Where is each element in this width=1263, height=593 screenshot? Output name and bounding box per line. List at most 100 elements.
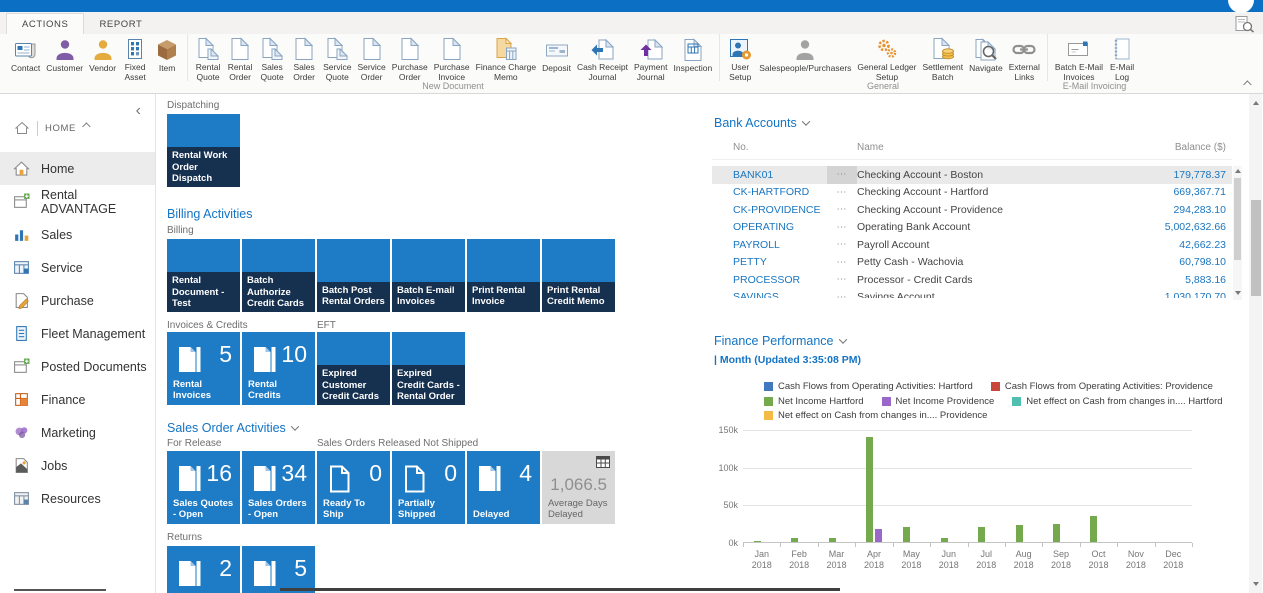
tile-expired-customer-credit-cards[interactable]: Expired Customer Credit Cards	[317, 332, 390, 405]
payment-journal-button[interactable]: Payment Journal	[631, 34, 671, 81]
tile-expired-credit-cards-rental-order[interactable]: Expired Credit Cards - Rental Order	[392, 332, 465, 405]
tile-count[interactable]: 2	[167, 546, 240, 593]
column-no[interactable]: No.	[712, 142, 857, 153]
scroll-down-icon[interactable]	[1253, 582, 1259, 586]
e-mail-log-button[interactable]: E-Mail Log	[1106, 34, 1138, 81]
tile-batch-authorize-credit-cards[interactable]: Batch Authorize Credit Cards	[242, 239, 315, 312]
settlement-batch-button[interactable]: Settlement Batch	[919, 34, 966, 81]
table-row-ck-providence[interactable]: CK-PROVIDENCE⋯Checking Account - Provide…	[712, 201, 1232, 219]
sidebar-item-finance[interactable]: Finance	[0, 383, 155, 416]
scroll-up-icon[interactable]	[1235, 169, 1241, 173]
bank-no-link[interactable]: PROCESSOR	[712, 274, 827, 286]
bank-no-link[interactable]: CK-PROVIDENCE	[712, 204, 827, 216]
salespeople-purchasers-button[interactable]: Salespeople/Purchasers	[756, 34, 854, 81]
item-button[interactable]: Item	[151, 34, 183, 81]
deposit-button[interactable]: Deposit	[539, 34, 574, 81]
chevron-down-icon[interactable]	[291, 422, 299, 430]
bank-balance-link[interactable]: 1,030,170.70	[1122, 291, 1232, 298]
sidebar-item-sales[interactable]: Sales	[0, 218, 155, 251]
rental-quote-button[interactable]: Rental Quote	[192, 34, 224, 81]
row-ellipsis-button[interactable]: ⋯	[827, 292, 857, 298]
bank-no-link[interactable]: PAYROLL	[712, 239, 827, 251]
inspection-button[interactable]: Inspection	[671, 34, 716, 81]
table-row-ck-hartford[interactable]: CK-HARTFORD⋯Checking Account - Hartford6…	[712, 184, 1232, 202]
purchase-invoice-button[interactable]: Purchase Invoice	[431, 34, 473, 81]
row-ellipsis-button[interactable]: ⋯	[827, 239, 857, 250]
find-page-icon[interactable]	[1235, 16, 1255, 33]
tile-average-days-delayed[interactable]: 1,066.5Average Days Delayed	[542, 451, 615, 524]
tile-batch-post-rental-orders[interactable]: Batch Post Rental Orders	[317, 239, 390, 312]
tile-sales-orders-open[interactable]: 34Sales Orders - Open	[242, 451, 315, 524]
sidebar-item-fleet-management[interactable]: Fleet Management	[0, 317, 155, 350]
column-name[interactable]: Name	[857, 142, 1122, 153]
table-scrollbar-thumb[interactable]	[1234, 178, 1241, 260]
tile-print-rental-credit-memo[interactable]: Print Rental Credit Memo	[542, 239, 615, 312]
sidebar-item-rental-advantage[interactable]: Rental ADVANTAGE	[0, 185, 155, 218]
column-balance[interactable]: Balance ($)	[1122, 142, 1232, 153]
row-ellipsis-button[interactable]: ⋯	[827, 222, 857, 233]
table-row-bank01[interactable]: BANK01⋯Checking Account - Boston179,778.…	[712, 166, 1232, 184]
page-scrollbar-thumb[interactable]	[1251, 200, 1261, 296]
sidebar-item-posted-documents[interactable]: Posted Documents	[0, 350, 155, 383]
row-ellipsis-button[interactable]: ⋯	[827, 187, 857, 198]
contact-button[interactable]: Contact	[8, 34, 43, 81]
purchase-order-button[interactable]: Purchase Order	[389, 34, 431, 81]
bank-balance-link[interactable]: 5,883.16	[1122, 274, 1232, 286]
tile-partially-shipped[interactable]: 0Partially Shipped	[392, 451, 465, 524]
sidebar-item-resources[interactable]: Resources	[0, 482, 155, 515]
sidebar-item-home[interactable]: Home	[0, 152, 155, 185]
fixed-asset-button[interactable]: Fixed Asset	[119, 34, 151, 81]
general-ledger-setup-button[interactable]: General Ledger Setup	[854, 34, 919, 81]
sidebar-horizontal-scrollbar-thumb[interactable]	[14, 589, 106, 591]
tile-rental-invoices[interactable]: 5Rental Invoices	[167, 332, 240, 405]
user-setup-button[interactable]: User Setup	[724, 34, 756, 81]
sidebar-item-marketing[interactable]: Marketing	[0, 416, 155, 449]
horizontal-scrollbar-thumb[interactable]	[280, 588, 840, 591]
bank-balance-link[interactable]: 179,778.37	[1122, 169, 1232, 181]
sales-order-button[interactable]: Sales Order	[288, 34, 320, 81]
sidebar-item-purchase[interactable]: Purchase	[0, 284, 155, 317]
bank-balance-link[interactable]: 5,002,632.66	[1122, 221, 1232, 233]
user-avatar[interactable]	[1228, 0, 1254, 13]
bank-no-link[interactable]: SAVINGS	[712, 291, 827, 298]
row-ellipsis-button[interactable]: ⋯	[827, 274, 857, 285]
tile-rental-work-order-dispatch[interactable]: Rental Work Order Dispatch	[167, 114, 240, 187]
bank-no-link[interactable]: BANK01	[712, 169, 827, 181]
row-ellipsis-button[interactable]: ⋯	[827, 204, 857, 215]
tile-print-rental-invoice[interactable]: Print Rental Invoice	[467, 239, 540, 312]
rental-order-button[interactable]: Rental Order	[224, 34, 256, 81]
scroll-up-icon[interactable]	[1253, 101, 1259, 105]
service-order-button[interactable]: Service Order	[354, 34, 388, 81]
cash-receipt-journal-button[interactable]: Cash Receipt Journal	[574, 34, 631, 81]
table-scrollbar[interactable]	[1233, 166, 1242, 300]
tile-count[interactable]: 5	[242, 546, 315, 593]
breadcrumb[interactable]: HOME	[14, 120, 155, 136]
sales-quote-button[interactable]: Sales Quote	[256, 34, 288, 81]
bank-no-link[interactable]: PETTY	[712, 256, 827, 268]
scroll-down-icon[interactable]	[1235, 291, 1241, 295]
tab-actions[interactable]: ACTIONS	[6, 13, 84, 34]
tile-delayed[interactable]: 4Delayed	[467, 451, 540, 524]
tile-rental-document-test[interactable]: Rental Document - Test	[167, 239, 240, 312]
finance-charge-memo-button[interactable]: Finance Charge Memo	[473, 34, 539, 81]
bank-balance-link[interactable]: 294,283.10	[1122, 204, 1232, 216]
customer-button[interactable]: Customer	[43, 34, 86, 81]
tile-sales-quotes-open[interactable]: 16Sales Quotes - Open	[167, 451, 240, 524]
page-scrollbar[interactable]	[1249, 94, 1262, 593]
bank-no-link[interactable]: OPERATING	[712, 221, 827, 233]
tile-batch-e-mail-invoices[interactable]: Batch E-mail Invoices	[392, 239, 465, 312]
sidebar-item-service[interactable]: Service	[0, 251, 155, 284]
collapse-sidebar-icon[interactable]: ‹	[136, 102, 141, 120]
batch-e-mail-invoices-button[interactable]: Batch E-Mail Invoices	[1052, 34, 1106, 81]
table-row-processor[interactable]: PROCESSOR⋯Processor - Credit Cards5,883.…	[712, 271, 1232, 289]
tile-ready-to-ship[interactable]: 0Ready To Ship	[317, 451, 390, 524]
external-links-button[interactable]: External Links	[1006, 34, 1043, 81]
table-row-operating[interactable]: OPERATING⋯Operating Bank Account5,002,63…	[712, 219, 1232, 237]
table-row-savings[interactable]: SAVINGS⋯Savings Account1,030,170.70	[712, 289, 1232, 299]
table-row-petty[interactable]: PETTY⋯Petty Cash - Wachovia60,798.10	[712, 254, 1232, 272]
tab-report[interactable]: REPORT	[84, 14, 157, 34]
bank-balance-link[interactable]: 669,367.71	[1122, 186, 1232, 198]
vendor-button[interactable]: Vendor	[86, 34, 119, 81]
navigate-button[interactable]: Navigate	[966, 34, 1006, 81]
service-quote-button[interactable]: Service Quote	[320, 34, 354, 81]
